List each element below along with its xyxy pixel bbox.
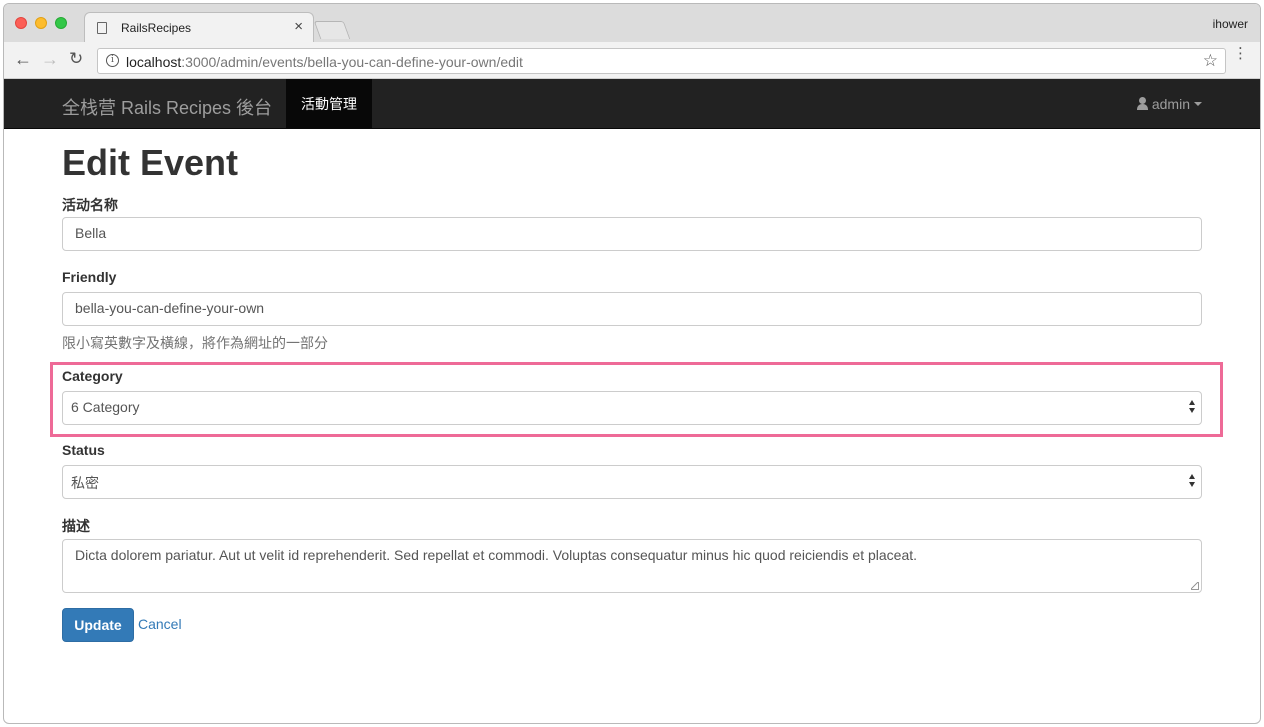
browser-menu-icon[interactable]: ⋮ (1233, 46, 1248, 61)
page-title: Edit Event (62, 142, 239, 183)
friendly-help-text: 限小寫英數字及橫線，將作為網址的一部分 (62, 335, 328, 351)
profile-name[interactable]: ihower (1213, 17, 1248, 31)
name-field[interactable]: Bella (62, 217, 1202, 251)
url-text[interactable]: localhost:3000/admin/events/bella-you-ca… (126, 54, 523, 70)
window-minimize-button[interactable] (35, 17, 47, 29)
browser-toolbar: ← → ↻ i localhost:3000/admin/events/bell… (4, 42, 1260, 79)
forward-arrow-icon[interactable]: → (41, 50, 59, 68)
brand-link[interactable]: 全栈营 Rails Recipes 後台 (62, 94, 272, 120)
resize-handle-icon[interactable] (1191, 582, 1199, 590)
window-close-button[interactable] (15, 17, 27, 29)
bookmark-star-icon[interactable]: ☆ (1203, 51, 1218, 71)
friendly-label: Friendly (62, 269, 117, 285)
category-highlight-box (50, 362, 1223, 437)
caret-down-icon (1194, 102, 1202, 106)
description-label: 描述 (62, 518, 90, 534)
tab-strip: RailsRecipes × ihower (4, 4, 1260, 42)
browser-tab[interactable]: RailsRecipes × (84, 12, 314, 42)
user-name: admin (1151, 96, 1190, 112)
status-label: Status (62, 442, 105, 458)
browser-window: RailsRecipes × ihower ← → ↻ i localhost:… (3, 3, 1261, 724)
back-arrow-icon[interactable]: ← (14, 50, 32, 68)
status-select[interactable]: 私密 (62, 465, 1202, 499)
friendly-field[interactable]: bella-you-can-define-your-own (62, 292, 1202, 326)
status-selected-value: 私密 (71, 475, 99, 491)
page-icon (97, 22, 107, 34)
nav-item-events[interactable]: 活動管理 (286, 79, 372, 129)
user-icon (1136, 97, 1148, 110)
description-text: Dicta dolorem pariatur. Aut ut velit id … (75, 547, 918, 563)
reload-icon[interactable]: ↻ (69, 50, 83, 68)
address-bar[interactable]: i localhost:3000/admin/events/bella-you-… (97, 48, 1226, 74)
info-icon[interactable]: i (106, 54, 119, 67)
name-label: 活动名称 (62, 197, 118, 213)
tab-close-icon[interactable]: × (294, 18, 303, 35)
user-dropdown[interactable]: admin (1136, 96, 1202, 112)
description-textarea[interactable]: Dicta dolorem pariatur. Aut ut velit id … (62, 539, 1202, 593)
app-navbar: 全栈营 Rails Recipes 後台 活動管理 admin (4, 79, 1260, 129)
select-arrows-icon (1189, 474, 1197, 490)
window-maximize-button[interactable] (55, 17, 67, 29)
tab-title: RailsRecipes (121, 21, 192, 35)
new-tab-button[interactable] (313, 21, 351, 39)
update-button[interactable]: Update (62, 608, 134, 642)
cancel-link[interactable]: Cancel (138, 616, 182, 632)
